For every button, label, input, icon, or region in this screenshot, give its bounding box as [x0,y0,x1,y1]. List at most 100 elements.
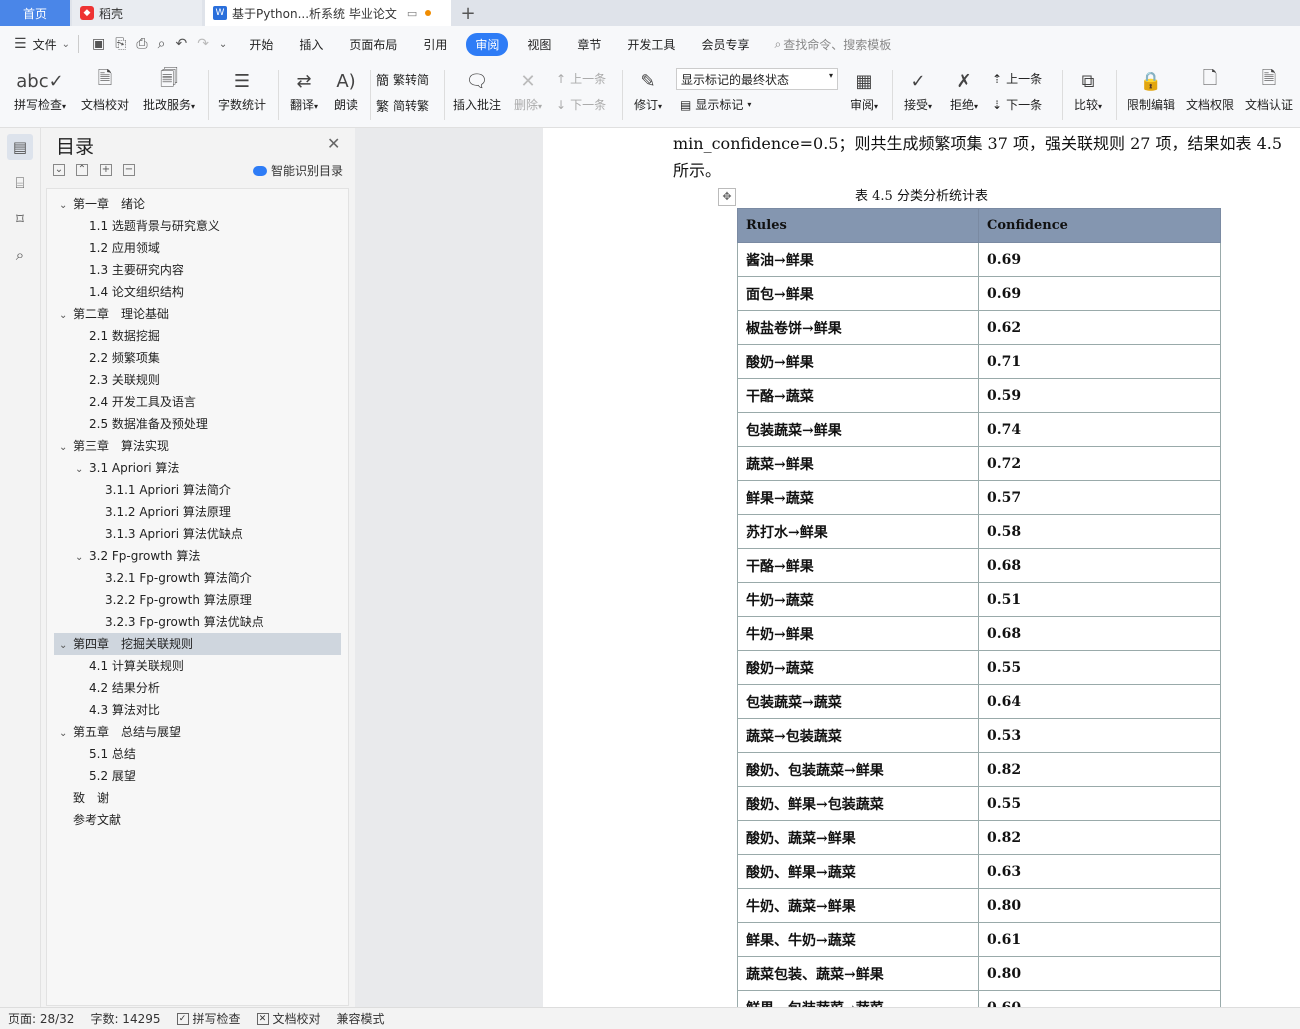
export-icon[interactable]: ⎘ [110,36,131,52]
next-comment-button[interactable]: ↓ 下一条 [556,96,606,113]
print-preview-icon[interactable]: ⌕ [153,36,171,52]
chevron-down-icon[interactable]: ⌄ [75,459,89,481]
bookmark-icon[interactable]: ⌑ [7,206,33,232]
review-button[interactable]: ▦ 审阅▾ [844,66,884,113]
monitor-icon[interactable]: ▭ [407,7,417,20]
toc-item[interactable]: 3.1.3 Apriori 算法优缺点 [91,523,243,545]
toc-item[interactable]: 参考文献 [59,809,121,831]
toc-item[interactable]: 致 谢 [59,787,109,809]
word-count-button[interactable]: ☰ 字数统计 [214,66,270,113]
accept-button[interactable]: ✓ 接受▾ [898,66,938,113]
spell-check-button[interactable]: abc✓ 拼写检查▾ [8,66,72,113]
remove-heading-icon[interactable]: − [123,164,135,176]
redo-icon[interactable]: ↷ [192,36,214,52]
doc-rights-button[interactable]: 🗋 文档权限 [1183,66,1237,113]
toc-item[interactable]: 2.1 数据挖掘 [75,325,160,347]
toc-item[interactable]: ⌄ 3.1 Apriori 算法 [75,457,179,479]
toc-item[interactable]: 5.2 展望 [75,765,136,787]
track-changes-button[interactable]: ✎ 修订▾ [628,66,668,113]
toc-item[interactable]: ⌄ 3.2 Fp-growth 算法 [75,545,200,567]
chevron-down-icon[interactable]: ⌄ [59,723,73,745]
chevron-down-icon[interactable]: ⌄ [59,195,73,217]
simp-to-trad-button[interactable]: 繁 简转繁 [376,96,429,115]
close-icon[interactable]: ✕ [327,134,340,153]
divider [1116,70,1117,120]
menu-item-4[interactable]: 审阅 [466,32,509,56]
toc-item[interactable]: ⌄ 第三章 算法实现 [59,435,169,457]
toc-item[interactable]: 1.4 论文组织结构 [75,281,184,303]
tab-daoke[interactable]: ◆ 稻壳 [72,0,202,26]
toc-item[interactable]: 1.3 主要研究内容 [75,259,184,281]
chevron-down-icon[interactable]: ⌄ [62,39,70,50]
toc-item[interactable]: 2.5 数据准备及预处理 [75,413,208,435]
command-search-input[interactable]: 查找命令、搜索模板 [781,36,891,53]
toc-item[interactable]: 5.1 总结 [75,743,136,765]
toc-item[interactable]: 4.1 计算关联规则 [75,655,184,677]
new-tab-button[interactable]: + [451,0,485,26]
menu-item-0[interactable]: 开始 [236,36,286,53]
chapter-nav-icon[interactable]: ⌸ [7,170,33,196]
toc-item[interactable]: ⌄ 第五章 总结与展望 [59,721,181,743]
delete-comment-button[interactable]: ✕ 删除▾ [508,66,548,113]
toc-item[interactable]: 1.1 选题背景与研究意义 [75,215,220,237]
toc-item[interactable]: 1.2 应用领域 [75,237,160,259]
toc-item[interactable]: ⌄ 第一章 绪论 [59,193,145,215]
spell-check-status[interactable]: ✓ 拼写检查 [169,1010,249,1027]
tab-home[interactable]: 首页 [0,0,70,26]
doc-cert-button[interactable]: 🗎 文档认证 [1242,66,1296,113]
customize-chevron-icon[interactable]: ⌄ [214,39,232,50]
toc-item[interactable]: 3.2.2 Fp-growth 算法原理 [91,589,252,611]
menu-item-5[interactable]: 视图 [514,36,564,53]
chevron-down-icon[interactable]: ⌄ [59,437,73,459]
toc-icon[interactable]: ▤ [7,134,33,160]
add-heading-icon[interactable]: + [100,164,112,176]
toc-item[interactable]: 2.3 关联规则 [75,369,160,391]
restrict-edit-button[interactable]: 🔒 限制编辑 [1124,66,1178,113]
save-icon[interactable]: ▣ [87,36,110,52]
markup-state-select[interactable]: 显示标记的最终状态 ▾ [676,68,838,90]
toc-item[interactable]: 4.2 结果分析 [75,677,160,699]
translate-button[interactable]: ⇄ 翻译▾ [284,66,324,113]
undo-icon[interactable]: ↶ [170,36,192,52]
menu-item-2[interactable]: 页面布局 [336,36,410,53]
menu-item-7[interactable]: 开发工具 [614,36,688,53]
insert-comment-button[interactable]: 🗨 插入批注 [450,66,504,113]
menu-item-8[interactable]: 会员专享 [688,36,762,53]
word-count-status[interactable]: 字数: 14295 [82,1010,168,1027]
toc-item[interactable]: 4.3 算法对比 [75,699,160,721]
revise-service-button[interactable]: 🗐 批改服务▾ [138,66,200,113]
tab-document[interactable]: W 基于Python...析系统 毕业论文 ▭ [205,0,451,26]
toc-item[interactable]: ⌄ 第二章 理论基础 [59,303,169,325]
expand-up-icon[interactable]: ⌃ [76,164,88,176]
toc-item[interactable]: ⌄ 第四章 挖掘关联规则 [59,633,193,655]
print-icon[interactable]: ⎙ [131,36,152,52]
next-change-button[interactable]: ⇣ 下一条 [992,96,1042,113]
toc-item[interactable]: 3.1.2 Apriori 算法原理 [91,501,231,523]
search-icon[interactable]: ⌕ [7,242,33,268]
toc-item[interactable]: 3.2.1 Fp-growth 算法简介 [91,567,252,589]
collapse-all-icon[interactable]: ⌄ [53,164,65,176]
prev-comment-button[interactable]: ↑ 上一条 [556,70,606,87]
smart-toc-button[interactable]: 智能识别目录 [253,162,343,179]
reject-button[interactable]: ✗ 拒绝▾ [944,66,984,113]
read-aloud-button[interactable]: A) 朗读 [328,66,364,113]
menu-item-3[interactable]: 引用 [410,36,460,53]
toc-item[interactable]: 2.4 开发工具及语言 [75,391,196,413]
menu-item-6[interactable]: 章节 [564,36,614,53]
chevron-down-icon[interactable]: ⌄ [75,547,89,569]
show-markup-button[interactable]: ▤ 显示标记 ▾ [680,96,751,113]
toc-item[interactable]: 2.2 频繁项集 [75,347,160,369]
proof-status[interactable]: ✕ 文档校对 [249,1010,329,1027]
menu-item-1[interactable]: 插入 [286,36,336,53]
compare-button[interactable]: ⧉ 比较▾ [1068,66,1108,113]
search-icon[interactable]: ⌕ [762,37,781,52]
toc-item[interactable]: 3.2.3 Fp-growth 算法优缺点 [91,611,264,633]
toc-item[interactable]: 3.1.1 Apriori 算法简介 [91,479,231,501]
doc-proof-button[interactable]: 🗎 文档校对 [78,66,132,113]
hamburger-icon[interactable]: ☰ [0,36,27,52]
trad-to-simp-button[interactable]: 簡 繁转简 [376,70,429,89]
chevron-down-icon[interactable]: ⌄ [59,305,73,327]
prev-change-button[interactable]: ⇡ 上一条 [992,70,1042,87]
chevron-down-icon[interactable]: ⌄ [59,635,73,657]
page-indicator[interactable]: 页面: 28/32 [0,1010,82,1027]
